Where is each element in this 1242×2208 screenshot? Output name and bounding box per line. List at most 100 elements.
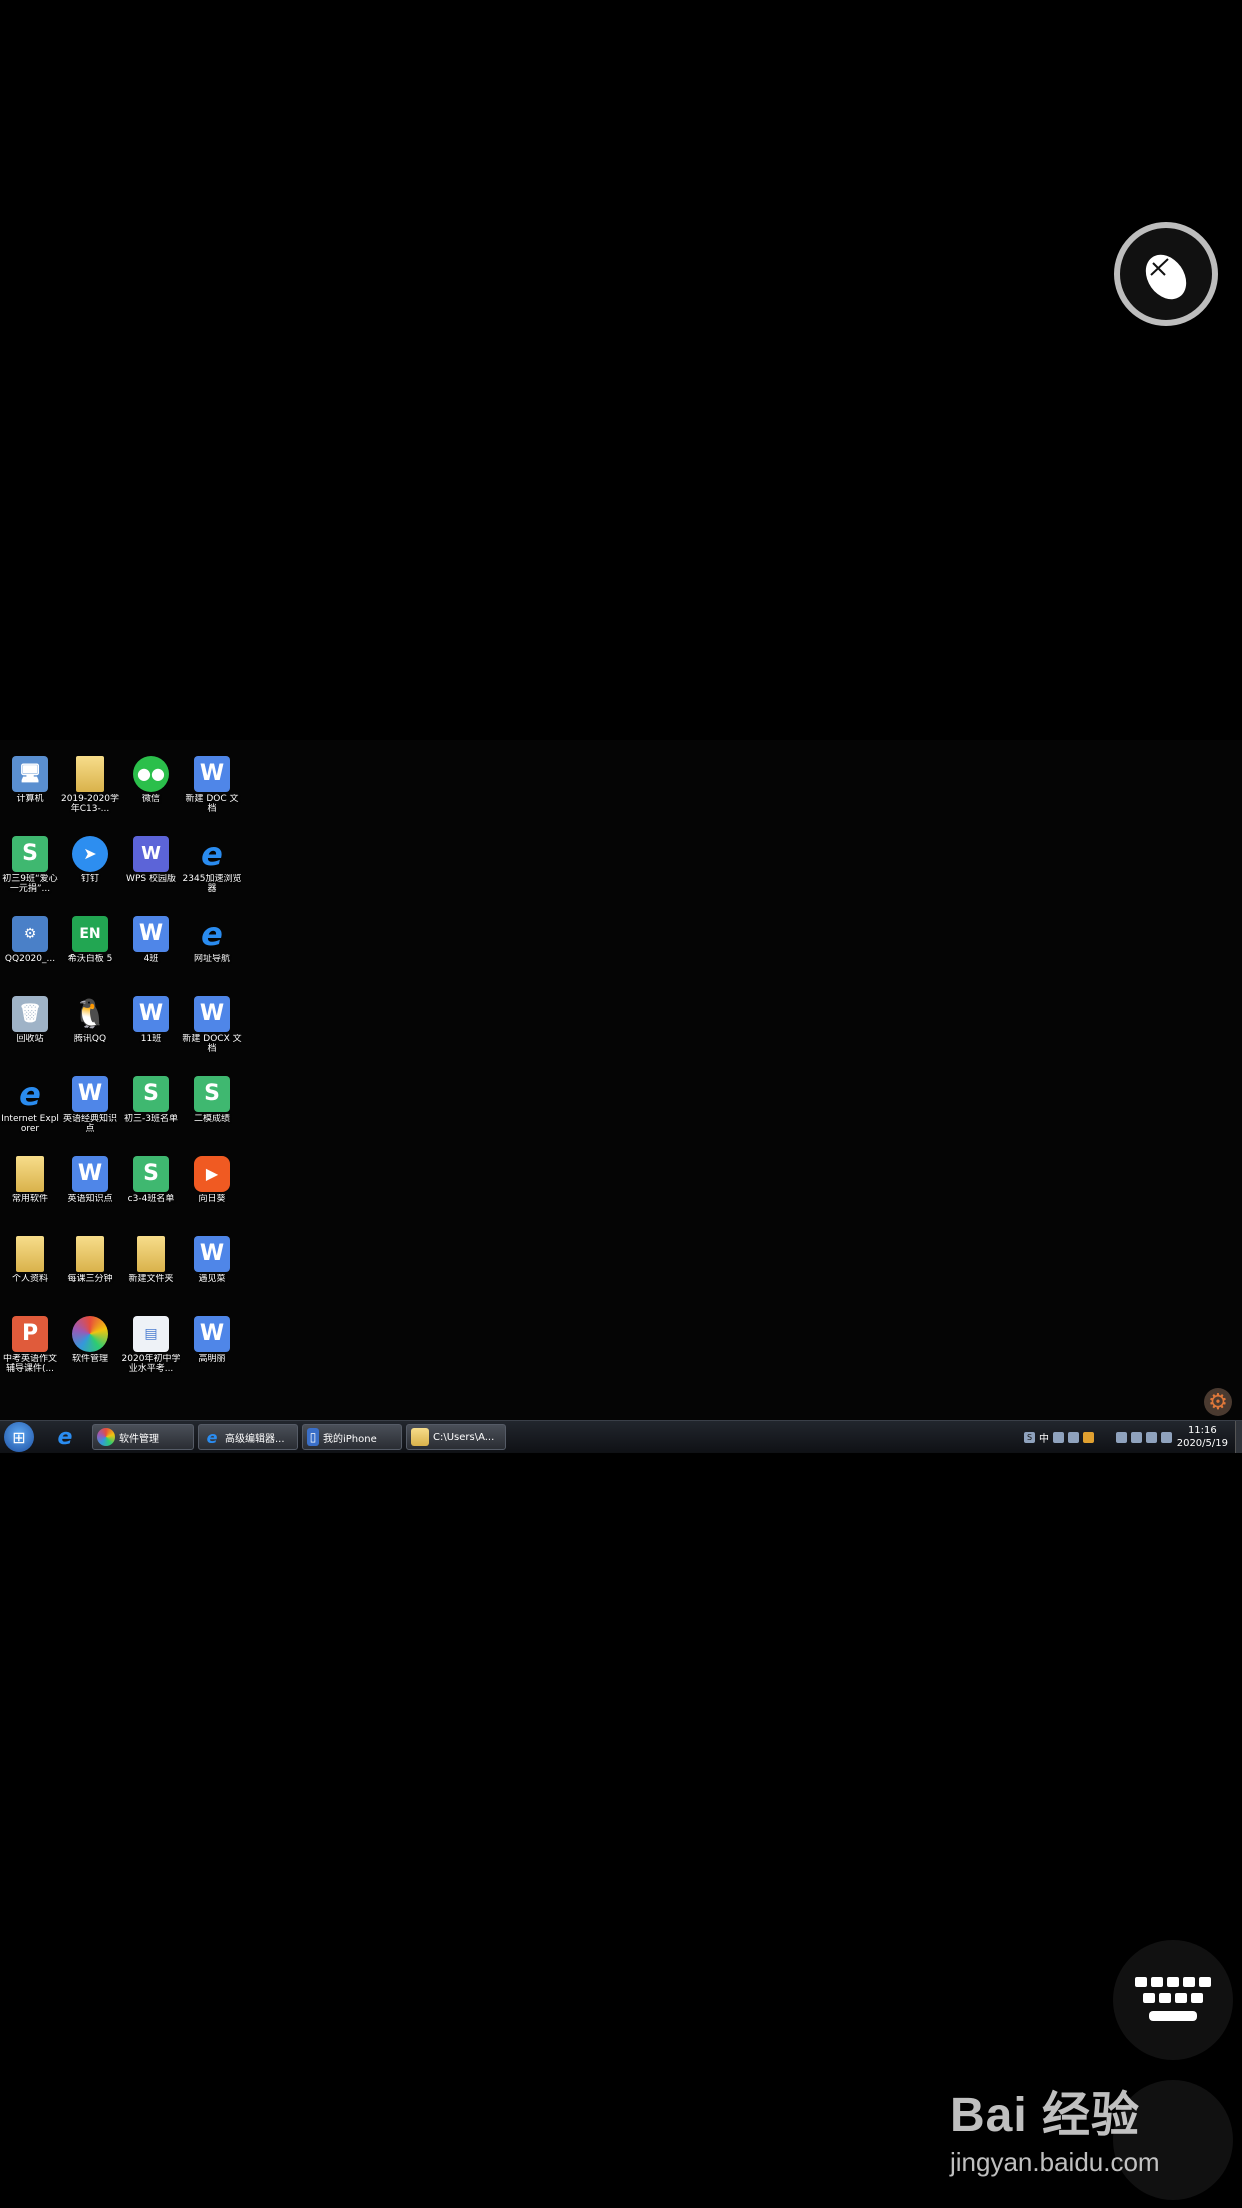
wps-sheet-icon: S (133, 1076, 169, 1112)
ie-icon: e (57, 1424, 73, 1450)
cloud-icon[interactable] (1068, 1431, 1079, 1443)
desktop-icon-doc-name[interactable]: W 高明丽 (182, 1316, 242, 1364)
browser-2345-icon: e (201, 835, 223, 873)
desktop-icon-sunflower[interactable]: ▶ 向日葵 (182, 1156, 242, 1204)
wps-sheet-icon: S (12, 836, 48, 872)
taskbar-pinned-ie[interactable]: e (50, 1424, 80, 1450)
keyboard-button[interactable] (1113, 1940, 1233, 2060)
desktop-icon-doc-11[interactable]: W 11班 (121, 996, 181, 1044)
software-manager-icon (97, 1428, 115, 1446)
ie-icon: e (19, 1075, 41, 1113)
phone-icon: ▯ (307, 1428, 319, 1446)
desktop-icon-browser-2345[interactable]: e 2345加速浏览器 (182, 836, 242, 894)
desktop-icon-exam-doc[interactable]: ▤ 2020年初中学业水平考... (121, 1316, 181, 1374)
taskbar-item-iphone[interactable]: ▯ 我的iPhone (302, 1424, 402, 1450)
desktop-icon-c3-4-list[interactable]: S c3-4班名单 (121, 1156, 181, 1204)
taskbar-item-explorer[interactable]: C:\Users\A... (406, 1424, 506, 1450)
desktop-icon-doc-4[interactable]: W 4班 (121, 916, 181, 964)
folder-icon (16, 1156, 44, 1192)
show-desktop-button[interactable] (1235, 1421, 1242, 1453)
wps-sheet-icon: S (194, 1076, 230, 1112)
recycle-bin-icon: 🗑 (12, 996, 48, 1032)
qq-icon: 🐧 (72, 997, 108, 1030)
desktop-icon-new-folder[interactable]: 新建文件夹 (121, 1236, 181, 1284)
desktop-icon-seewo[interactable]: EN 希沃白板 5 (60, 916, 120, 964)
desktop-icon-class-list[interactable]: S 初三-3班名单 (121, 1076, 181, 1124)
taskbar-item-editor[interactable]: e 高级编辑器... (198, 1424, 298, 1450)
gear-icon[interactable]: ⚙ (1204, 1388, 1232, 1416)
wps-writer-icon: W (133, 996, 169, 1032)
clock-time: 11:16 (1187, 1425, 1217, 1436)
folder-icon (137, 1236, 165, 1272)
desktop-icon-qq-installer[interactable]: ⚙ QQ2020_... (0, 916, 60, 964)
wps-writer-icon: W (194, 996, 230, 1032)
desktop-icon-computer[interactable]: 🖥 计算机 (0, 756, 60, 804)
tray-app-icon[interactable] (1083, 1431, 1094, 1443)
ie-icon: e (206, 1427, 218, 1447)
software-manager-icon (72, 1316, 108, 1352)
wps-sheet-icon: S (133, 1156, 169, 1192)
desktop-icon-personal[interactable]: 个人资料 (0, 1236, 60, 1284)
taskbar: ⊞ e 软件管理 e 高级编辑器... ▯ 我的iPhone C:\Users\… (0, 1420, 1242, 1453)
sunflower-icon: ▶ (194, 1156, 230, 1192)
folder-icon (16, 1236, 44, 1272)
desktop-icon-presentation[interactable]: P 中考英语作文辅导课件(... (0, 1316, 60, 1374)
desktop-icon-english-doc[interactable]: W 英语经典知识点 (60, 1076, 120, 1134)
folder-icon (76, 756, 104, 792)
wechat-icon: ●● (133, 756, 169, 792)
desktop-icon-doc-misc[interactable]: W 遇见菜 (182, 1236, 242, 1284)
desktop-icon-scores[interactable]: S 二模成绩 (182, 1076, 242, 1124)
wps-writer-icon: W (194, 1316, 230, 1352)
system-tray: S 中 (1024, 1427, 1172, 1447)
network-icon[interactable] (1146, 1431, 1157, 1443)
ime-language[interactable]: 中 (1039, 1430, 1049, 1445)
desktop-icon-dingtalk[interactable]: ➤ 钉钉 (60, 836, 120, 884)
mouse-icon (1145, 254, 1187, 300)
dingtalk-icon: ➤ (72, 836, 108, 872)
desktop-icon-english-points[interactable]: W 英语知识点 (60, 1156, 120, 1204)
folder-icon (411, 1428, 429, 1446)
wps-campus-icon: W (133, 836, 169, 872)
volume-icon[interactable] (1161, 1431, 1172, 1443)
wps-writer-icon: W (133, 916, 169, 952)
desktop-icon-sheet[interactable]: S 初三9班“爱心一元捐”... (0, 836, 60, 894)
seewo-en-icon: EN (72, 916, 108, 952)
baidu-watermark: Bai 经验 jingyan.baidu.com (950, 2075, 1160, 2178)
taskbar-item-software-manager[interactable]: 软件管理 (92, 1424, 194, 1450)
ie-icon: e (201, 915, 223, 953)
desktop-icon-doc[interactable]: W 新建 DOC 文档 (182, 756, 242, 814)
desktop-icon-url-nav[interactable]: e 网址导航 (182, 916, 242, 964)
desktop-icon-wechat[interactable]: ●● 微信 (121, 756, 181, 804)
wps-writer-icon: W (72, 1076, 108, 1112)
computer-icon: 🖥 (12, 756, 48, 792)
desktop-icon-three-minutes[interactable]: 每课三分钟 (60, 1236, 120, 1284)
keyboard-icon (1135, 1977, 1211, 2021)
desktop-icon-qq[interactable]: 🐧 腾讯QQ (60, 996, 120, 1045)
desktop-icon-internet-explorer[interactable]: e Internet Explorer (0, 1076, 60, 1134)
desktop-icon-wps-campus[interactable]: W WPS 校园版 (121, 836, 181, 884)
wps-writer-icon: W (194, 756, 230, 792)
desktop-icon-software-manager[interactable]: 软件管理 (60, 1316, 120, 1364)
desktop-icon-recycle-bin[interactable]: 🗑 回收站 (0, 996, 60, 1044)
document-icon: ▤ (133, 1316, 169, 1352)
qq-installer-icon: ⚙ (12, 916, 48, 952)
desktop-area: 🖥 计算机 2019-2020学年C13-... ●● 微信 W 新建 DOC … (0, 740, 1242, 1424)
clock[interactable]: 11:16 2020/5/19 (1177, 1424, 1228, 1450)
ime-icon[interactable]: S (1024, 1431, 1035, 1443)
desktop-icon-docx[interactable]: W 新建 DOCX 文档 (182, 996, 242, 1054)
watermark-url: jingyan.baidu.com (950, 2147, 1160, 2177)
wps-writer-icon: W (72, 1156, 108, 1192)
clock-date: 2020/5/19 (1176, 1438, 1228, 1449)
windows-logo-icon: ⊞ (12, 1427, 26, 1447)
wps-writer-icon: W (194, 1236, 230, 1272)
desktop-icon-common-software[interactable]: 常用软件 (0, 1156, 60, 1204)
tray-app-icon[interactable] (1053, 1431, 1064, 1443)
watermark-logo: Bai 经验 (950, 2089, 1141, 2142)
flag-icon[interactable] (1116, 1431, 1127, 1443)
folder-icon (76, 1236, 104, 1272)
start-button[interactable]: ⊞ (4, 1422, 34, 1452)
wps-presentation-icon: P (12, 1316, 48, 1352)
mouse-mode-button[interactable] (1114, 222, 1218, 326)
desktop-icon-folder[interactable]: 2019-2020学年C13-... (60, 756, 120, 814)
tray-app-icon[interactable] (1131, 1431, 1142, 1443)
